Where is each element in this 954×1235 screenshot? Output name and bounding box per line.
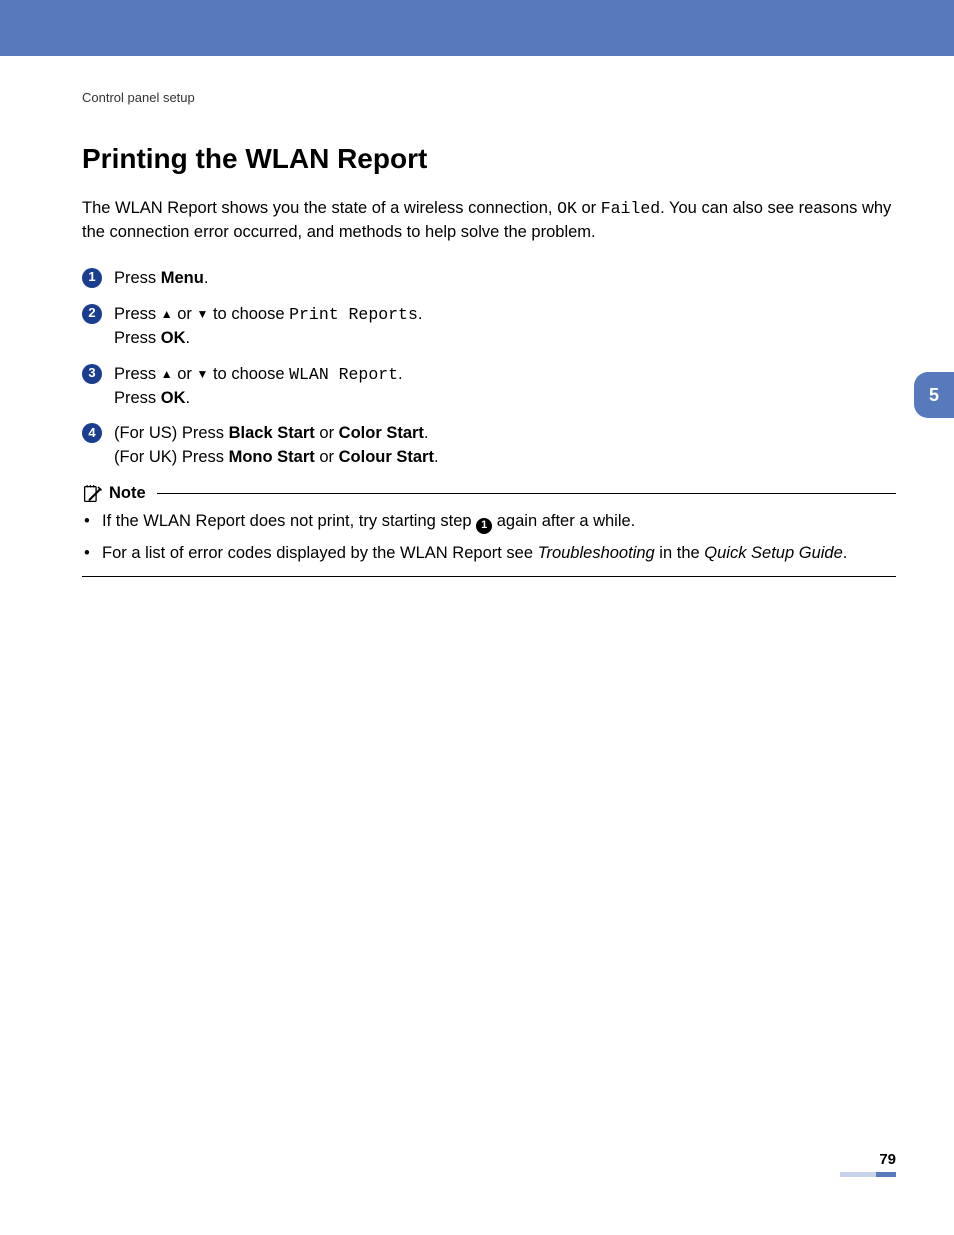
step-ref-icon: 1	[476, 518, 492, 534]
key-ok: OK	[161, 389, 186, 407]
text: .	[434, 448, 439, 466]
text: to choose	[208, 305, 289, 323]
code-failed: Failed	[601, 199, 660, 218]
note-icon	[82, 485, 102, 503]
text: .	[418, 305, 423, 323]
text: The WLAN Report shows you the state of a…	[82, 199, 557, 217]
note-item: If the WLAN Report does not print, try s…	[100, 509, 896, 535]
page-footer: 79	[840, 1151, 896, 1177]
down-arrow-icon: ▼	[197, 366, 209, 383]
step-3: 3 Press ▲ or ▼ to choose WLAN Report. Pr…	[82, 363, 896, 411]
step-number-icon: 2	[82, 304, 102, 324]
note-item: For a list of error codes displayed by t…	[100, 541, 896, 567]
ref-troubleshooting: Troubleshooting	[538, 544, 655, 562]
step-1: 1 Press Menu.	[82, 267, 896, 291]
key-mono-start: Mono Start	[229, 448, 315, 466]
text: or	[173, 365, 197, 383]
menu-option: WLAN Report	[289, 365, 398, 384]
text: Press	[114, 305, 161, 323]
note-rule	[157, 493, 896, 494]
text: Press	[114, 329, 161, 347]
note-label: Note	[109, 484, 146, 503]
text: Press	[114, 389, 161, 407]
page: 5 Control panel setup Printing the WLAN …	[0, 0, 954, 1235]
text: Press	[114, 365, 161, 383]
text: .	[204, 269, 209, 287]
code-ok: OK	[557, 199, 577, 218]
text: .	[186, 329, 191, 347]
footer-accent	[840, 1172, 896, 1177]
text: .	[843, 544, 848, 562]
step-number-icon: 3	[82, 364, 102, 384]
text: (For UK) Press	[114, 448, 229, 466]
key-menu: Menu	[161, 269, 204, 287]
text: .	[186, 389, 191, 407]
ref-quick-setup-guide: Quick Setup Guide	[704, 544, 843, 562]
step-number-icon: 1	[82, 268, 102, 288]
content: Control panel setup Printing the WLAN Re…	[0, 56, 954, 577]
menu-option: Print Reports	[289, 305, 418, 324]
note-rule-bottom	[82, 576, 896, 577]
text: .	[424, 424, 429, 442]
text: .	[398, 365, 403, 383]
chapter-tab: 5	[914, 372, 954, 418]
step-list: 1 Press Menu. 2 Press ▲ or ▼ to choose P…	[82, 267, 896, 470]
key-color-start: Color Start	[339, 424, 424, 442]
key-colour-start: Colour Start	[339, 448, 434, 466]
page-title: Printing the WLAN Report	[82, 143, 896, 175]
page-number: 79	[840, 1151, 896, 1168]
note-list: If the WLAN Report does not print, try s…	[100, 509, 896, 566]
text: Press	[114, 269, 161, 287]
text: to choose	[208, 365, 289, 383]
section-header: Control panel setup	[82, 90, 896, 105]
key-black-start: Black Start	[229, 424, 315, 442]
up-arrow-icon: ▲	[161, 366, 173, 383]
step-4: 4 (For US) Press Black Start or Color St…	[82, 422, 896, 470]
step-2: 2 Press ▲ or ▼ to choose Print Reports. …	[82, 303, 896, 351]
text: or	[315, 424, 339, 442]
step-number-icon: 4	[82, 423, 102, 443]
text: or	[577, 199, 601, 217]
text: in the	[655, 544, 705, 562]
down-arrow-icon: ▼	[197, 306, 209, 323]
text: or	[315, 448, 339, 466]
text: again after a while.	[492, 512, 635, 530]
header-bar	[0, 0, 954, 56]
up-arrow-icon: ▲	[161, 306, 173, 323]
intro-paragraph: The WLAN Report shows you the state of a…	[82, 197, 896, 245]
text: If the WLAN Report does not print, try s…	[102, 512, 476, 530]
text: For a list of error codes displayed by t…	[102, 544, 538, 562]
note-block: Note If the WLAN Report does not print, …	[82, 484, 896, 577]
key-ok: OK	[161, 329, 186, 347]
text: or	[173, 305, 197, 323]
text: (For US) Press	[114, 424, 229, 442]
